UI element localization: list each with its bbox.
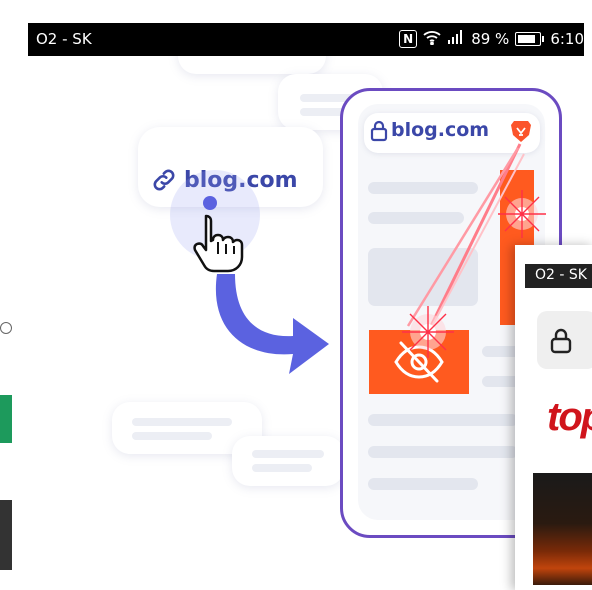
carrier-name: O2 - SK	[36, 30, 92, 48]
content-line	[368, 446, 518, 458]
status-bar: O2 - SK N 89 % 6:10	[28, 23, 584, 56]
content-line	[368, 414, 518, 426]
overlay-carrier: O2 - SK	[535, 267, 587, 283]
overlay-hero-image	[533, 473, 592, 585]
click-dot	[203, 196, 217, 210]
faded-bubble-bottom	[232, 436, 344, 486]
left-edge-green-strip	[0, 395, 12, 443]
hand-pointer-icon	[192, 212, 244, 279]
phone-url-text: blog.com	[391, 119, 490, 141]
laser-flare	[498, 190, 546, 238]
battery-icon	[515, 32, 542, 46]
wifi-icon	[423, 29, 441, 49]
laser-flare	[402, 306, 454, 358]
content-line	[368, 478, 478, 490]
signal-icon	[447, 29, 465, 49]
overlay-brand-logo: top	[547, 395, 592, 439]
left-edge-info-icon	[0, 322, 12, 334]
left-edge-dark-strip	[0, 500, 12, 570]
overlay-lock-icon	[549, 327, 573, 360]
overlay-status-bar: O2 - SK	[525, 264, 592, 288]
nfc-icon: N	[399, 30, 418, 48]
clock: 6:10	[550, 30, 584, 48]
overlay-window: O2 - SK top	[515, 245, 592, 590]
battery-percent: 89 %	[471, 30, 510, 48]
overlay-url-bar[interactable]	[537, 311, 592, 369]
curved-arrow-icon	[205, 270, 335, 390]
